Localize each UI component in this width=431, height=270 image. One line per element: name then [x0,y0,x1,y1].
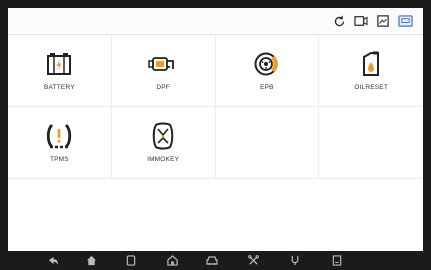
function-tile-dpf[interactable]: DPF [111,35,216,107]
battery-icon [44,50,74,78]
car-key-icon [148,122,178,150]
car-icon[interactable] [205,254,219,267]
function-tile-oilreset[interactable]: OILRESET [319,35,423,107]
function-label: DPF [156,84,170,91]
connector-icon[interactable] [288,254,302,267]
status-bar [8,8,423,35]
function-tile-battery[interactable]: BATTERY [8,35,112,107]
refresh-icon[interactable] [331,13,347,29]
gallery-icon[interactable] [375,13,391,29]
function-tile-immokey[interactable]: IMMOKEY [111,107,216,179]
function-grid: BATTERY DPF EPB OILRESET TPMS IMMOKEY [8,35,423,179]
oil-can-icon [356,50,386,78]
dpf-icon [148,50,178,78]
tools-icon[interactable] [246,254,260,267]
navigation-bar [8,251,423,270]
vci-icon[interactable] [397,13,413,29]
function-tile-epb[interactable]: EPB [215,35,320,107]
recents-icon[interactable] [124,254,138,267]
function-label: EPB [260,84,274,91]
function-label: BATTERY [43,84,75,91]
home-icon[interactable] [84,254,98,267]
back-icon[interactable] [46,254,60,267]
function-tile-tpms[interactable]: TPMS [8,107,112,179]
video-record-icon[interactable] [353,13,369,29]
status-bar-icons [331,13,413,29]
function-label: OILRESET [354,84,388,91]
empty-tile [215,107,320,179]
empty-tile [319,107,423,179]
tpms-icon [44,122,74,150]
screenshot-icon[interactable] [330,254,344,267]
brake-disc-icon [252,50,282,78]
tablet-screen: BATTERY DPF EPB OILRESET TPMS IMMOKEY [0,0,431,270]
function-label: TPMS [49,156,69,163]
house-icon[interactable] [165,254,179,267]
function-label: IMMOKEY [147,156,180,163]
